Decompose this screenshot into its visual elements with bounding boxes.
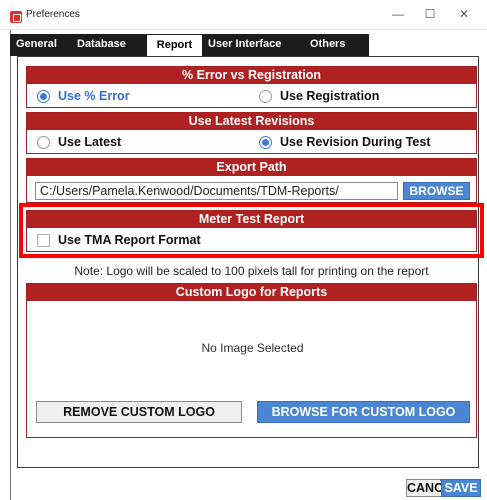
error-registration-section: % Error vs Registration Use % Error Use … — [26, 66, 477, 108]
radio-label: Use Registration — [280, 89, 380, 103]
app-icon — [10, 11, 22, 23]
section-title: Use Latest Revisions — [27, 113, 476, 130]
logo-note: Note: Logo will be scaled to 100 pixels … — [74, 264, 429, 278]
save-button[interactable]: SAVE — [441, 479, 481, 497]
tab-report[interactable]: Report — [147, 34, 202, 56]
custom-logo-section: Custom Logo for Reports No Image Selecte… — [26, 283, 477, 438]
latest-revisions-section: Use Latest Revisions Use Latest Use Revi… — [26, 112, 477, 154]
radio-selected-icon — [259, 136, 272, 149]
tab-bar: General Database Report User Interface O… — [10, 34, 369, 56]
minimize-icon[interactable]: — — [383, 4, 413, 24]
radio-selected-icon — [37, 90, 50, 103]
no-image-text: No Image Selected — [201, 341, 304, 355]
close-icon[interactable]: ✕ — [449, 4, 479, 24]
browse-button[interactable]: BROWSE — [403, 182, 470, 200]
tab-user-interface[interactable]: User Interface — [208, 38, 281, 54]
section-title: Custom Logo for Reports — [27, 284, 476, 301]
radio-empty-icon — [37, 136, 50, 149]
export-path-section: Export Path BROWSE — [26, 158, 477, 203]
tab-database[interactable]: Database — [77, 38, 126, 54]
radio-label: Use Latest — [58, 135, 122, 149]
browse-custom-logo-button[interactable]: BROWSE FOR CUSTOM LOGO — [257, 401, 470, 423]
highlight-box — [19, 203, 484, 258]
window-title: Preferences — [26, 9, 80, 20]
section-title: Export Path — [27, 159, 476, 176]
radio-label: Use Revision During Test — [280, 135, 431, 149]
tab-general[interactable]: General — [16, 38, 57, 54]
maximize-icon[interactable]: ☐ — [415, 4, 445, 24]
export-path-input[interactable] — [35, 182, 398, 200]
radio-label: Use % Error — [58, 89, 130, 103]
section-title: % Error vs Registration — [27, 67, 476, 84]
tab-others[interactable]: Others — [310, 38, 345, 54]
radio-empty-icon — [259, 90, 272, 103]
title-bar: Preferences — ☐ ✕ — [0, 0, 487, 30]
remove-custom-logo-button[interactable]: REMOVE CUSTOM LOGO — [36, 401, 242, 423]
